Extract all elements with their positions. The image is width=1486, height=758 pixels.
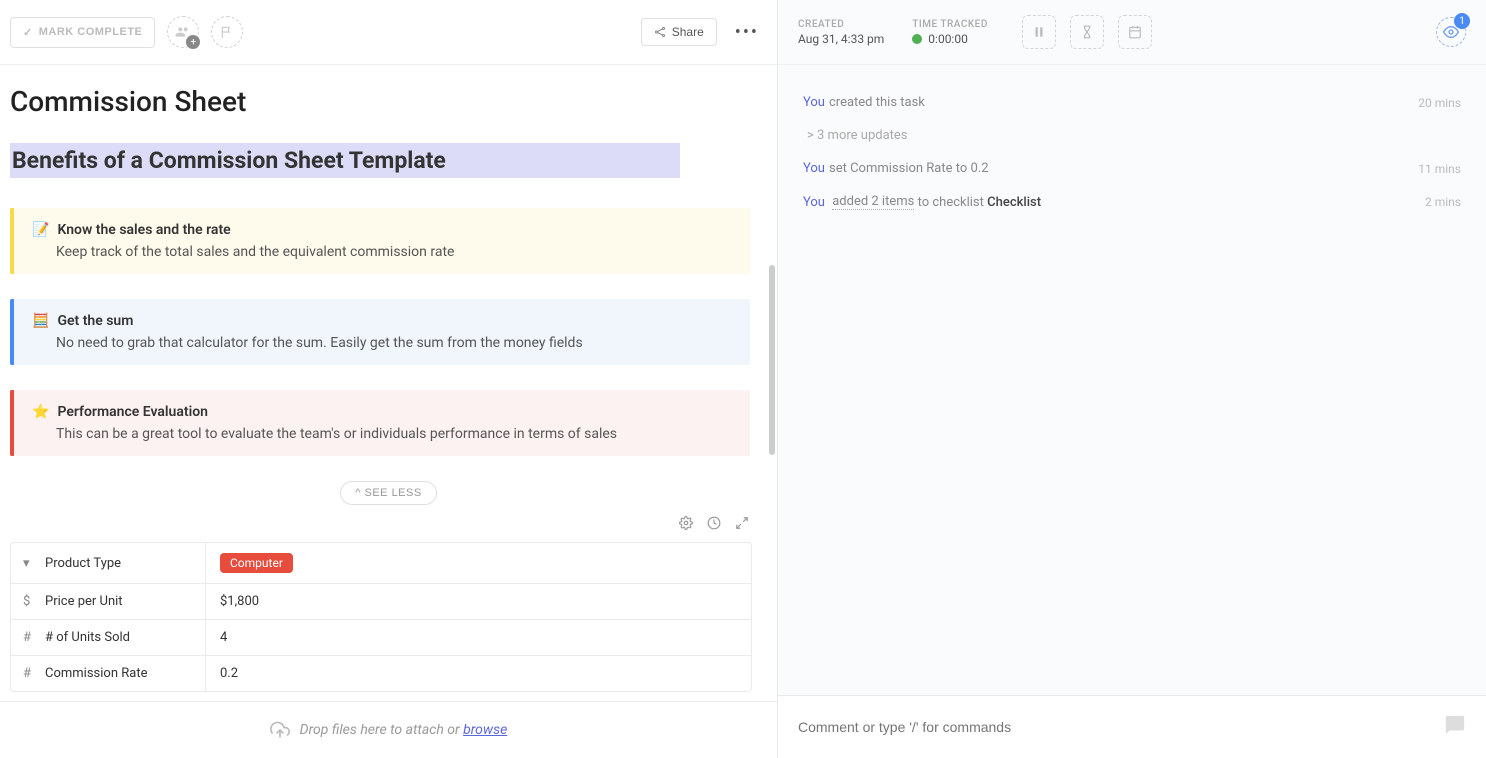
mark-complete-button[interactable]: ✓ MARK COMPLETE [10, 17, 155, 48]
history-icon[interactable] [707, 515, 721, 534]
activity-time: 20 mins [1418, 96, 1461, 110]
hash-icon: # [23, 666, 37, 681]
activity-time: 2 mins [1425, 195, 1461, 209]
see-less-button[interactable]: ^ SEE LESS [340, 481, 436, 505]
callout-know-sales[interactable]: 📝 Know the sales and the rate Keep track… [10, 208, 750, 274]
time-value: 0:00:00 [928, 32, 968, 46]
share-icon [654, 26, 666, 38]
callout-title-text: Get the sum [57, 313, 133, 329]
share-button[interactable]: Share [641, 18, 717, 46]
expand-icon[interactable] [735, 515, 749, 534]
activity-user[interactable]: You [803, 95, 825, 110]
more-updates-toggle[interactable]: > 3 more updates [803, 128, 1461, 143]
estimate-button[interactable] [1022, 15, 1056, 49]
hash-icon: # [23, 630, 37, 645]
created-value: Aug 31, 4:33 pm [798, 32, 884, 46]
attachment-dropzone[interactable]: Drop files here to attach or browse [0, 701, 777, 758]
abacus-icon: 🧮 [32, 313, 49, 329]
pause-icon [1032, 25, 1046, 39]
assignee-add-button[interactable]: + [167, 16, 199, 48]
callout-get-sum[interactable]: 🧮 Get the sum No need to grab that calcu… [10, 299, 750, 365]
activity-user[interactable]: You [803, 161, 825, 176]
dropdown-icon: ▾ [23, 556, 37, 571]
activity-item: You added 2 items to checklist Checklist… [803, 194, 1461, 210]
activity-feed: You created this task 20 mins > 3 more u… [778, 65, 1486, 695]
field-row-price[interactable]: $Price per Unit $1,800 [11, 584, 751, 620]
left-toolbar: ✓ MARK COMPLETE + Share ••• [0, 0, 777, 65]
scrollbar[interactable] [769, 265, 775, 455]
activity-item: You set Commission Rate to 0.2 11 mins [803, 161, 1461, 176]
send-icon[interactable] [1444, 714, 1466, 740]
settings-icon[interactable] [679, 515, 693, 534]
priority-button[interactable] [211, 16, 243, 48]
hourglass-button[interactable] [1070, 15, 1104, 49]
time-label: TIME TRACKED [912, 19, 988, 30]
section-heading[interactable]: Benefits of a Commission Sheet Template [10, 143, 680, 178]
comment-input[interactable] [798, 719, 1444, 735]
browse-link[interactable]: browse [463, 722, 507, 738]
plus-icon: + [186, 35, 200, 49]
dollar-icon: $ [23, 594, 37, 609]
right-toolbar: CREATED Aug 31, 4:33 pm TIME TRACKED 0:0… [778, 0, 1486, 65]
created-meta: CREATED Aug 31, 4:33 pm [798, 19, 884, 46]
flag-icon [220, 25, 234, 39]
activity-text: set Commission Rate to 0.2 [829, 161, 989, 176]
activity-text: created this task [829, 95, 925, 110]
custom-fields-table: ▾Product Type Computer $Price per Unit $… [10, 542, 752, 692]
more-menu-button[interactable]: ••• [727, 22, 767, 43]
callout-body: This can be a great tool to evaluate the… [56, 426, 732, 442]
dates-button[interactable] [1118, 15, 1152, 49]
field-row-commission-rate[interactable]: #Commission Rate 0.2 [11, 656, 751, 691]
activity-time: 11 mins [1418, 162, 1461, 176]
share-label: Share [672, 25, 704, 39]
star-icon: ⭐ [32, 404, 49, 420]
callout-performance[interactable]: ⭐ Performance Evaluation This can be a g… [10, 390, 750, 456]
activity-link[interactable]: added 2 items [832, 194, 914, 210]
dropzone-text: Drop files here to attach or [300, 722, 463, 738]
tag-computer[interactable]: Computer [220, 553, 293, 573]
hourglass-icon [1080, 25, 1094, 39]
watchers-count: 1 [1454, 13, 1470, 29]
activity-user[interactable]: You [803, 195, 825, 210]
watchers-button[interactable]: 1 [1436, 17, 1466, 47]
callout-title-text: Know the sales and the rate [57, 222, 230, 238]
main-content: Commission Sheet Benefits of a Commissio… [0, 65, 777, 701]
activity-bold: Checklist [987, 195, 1041, 210]
memo-icon: 📝 [32, 222, 49, 238]
mark-complete-label: MARK COMPLETE [39, 26, 143, 38]
check-icon: ✓ [23, 26, 33, 39]
page-title[interactable]: Commission Sheet [10, 85, 767, 118]
field-row-product-type[interactable]: ▾Product Type Computer [11, 543, 751, 584]
callout-body: No need to grab that calculator for the … [56, 335, 732, 351]
time-tracked-meta[interactable]: TIME TRACKED 0:00:00 [912, 19, 988, 46]
play-icon[interactable] [912, 34, 922, 44]
callout-title-text: Performance Evaluation [57, 404, 208, 420]
comment-bar [778, 695, 1486, 758]
calendar-icon [1128, 25, 1142, 39]
activity-item: You created this task 20 mins [803, 95, 1461, 110]
activity-mid: to checklist [918, 195, 984, 210]
field-row-units[interactable]: ## of Units Sold 4 [11, 620, 751, 656]
cloud-upload-icon [270, 720, 290, 740]
callout-body: Keep track of the total sales and the eq… [56, 244, 732, 260]
created-label: CREATED [798, 19, 884, 30]
